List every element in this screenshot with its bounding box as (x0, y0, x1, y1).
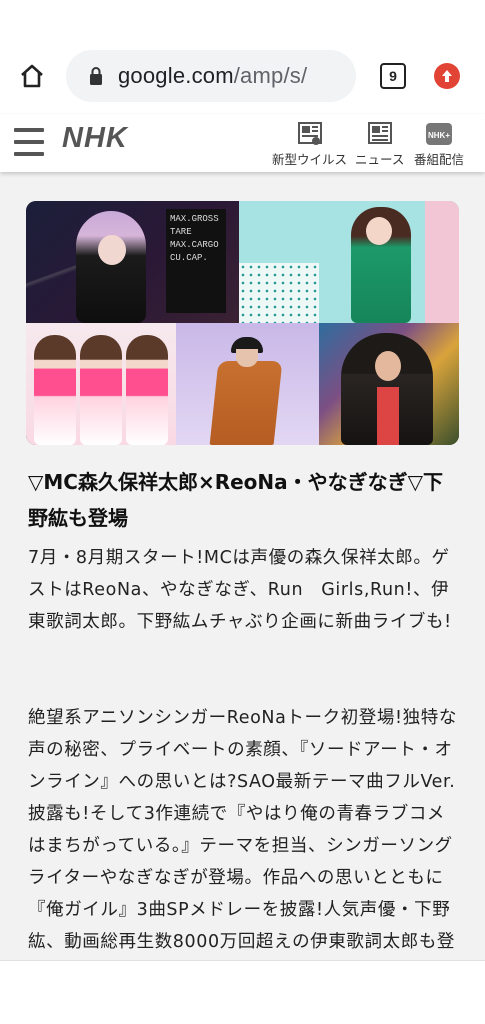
url-text: google.com/amp/s/ (118, 63, 308, 88)
article-headline: ▽MC森久保祥太郎×ReoNa・やなぎなぎ▽下野紘も登場 (28, 470, 444, 530)
update-arrow-icon (442, 70, 452, 82)
nav-label: 新型ウイルス (272, 152, 348, 167)
nav-program-streaming[interactable]: NHK+ 番組配信 (414, 120, 464, 168)
newspaper-icon (365, 120, 395, 147)
nhk-plus-icon: NHK+ (424, 120, 454, 147)
hero-photo-run-girls-run (26, 323, 176, 445)
home-icon (21, 64, 43, 88)
browser-toolbar: google.com/amp/s/ 9 (0, 0, 485, 114)
update-button[interactable] (434, 63, 460, 89)
virus-news-icon (295, 120, 325, 147)
nav-news[interactable]: ニュース (355, 120, 404, 168)
hero-poster-text: MAX.GROSS TARE MAX.CARGO CU.CAP. (166, 209, 226, 313)
nav-label: 番組配信 (414, 152, 465, 167)
article-content: MAX.GROSS TARE MAX.CARGO CU.CAP. ▽MC森久保祥… (0, 172, 485, 960)
nav-label: ニュース (355, 152, 405, 167)
lock-icon (86, 65, 106, 87)
address-bar[interactable]: google.com/amp/s/ (66, 50, 356, 102)
hero-photo-shimono-hiro (319, 323, 459, 445)
article-paragraph: 絶望系アニソンシンガーReoNaトーク初登場!独特な声の秘密、プライベートの素顔… (28, 708, 457, 952)
svg-text:NHK+: NHK+ (428, 131, 450, 140)
hero-photo-yanaginagi (239, 201, 459, 323)
nhk-logo[interactable]: NHK (62, 122, 128, 155)
hero-image: MAX.GROSS TARE MAX.CARGO CU.CAP. (26, 201, 459, 445)
bottom-area (0, 960, 485, 1024)
home-button[interactable] (14, 58, 50, 94)
article-paragraph: 7月・8月期スタート!MCは声優の森久保祥太郎。ゲストはReoNa、やなぎなぎ、… (28, 548, 452, 632)
nav-virus-news[interactable]: 新型ウイルス (272, 120, 347, 168)
menu-icon[interactable] (14, 128, 44, 156)
hero-photo-reona: MAX.GROSS TARE MAX.CARGO CU.CAP. (26, 201, 239, 323)
hero-photo-ito-kashitaro (176, 323, 319, 445)
tab-switcher-button[interactable]: 9 (380, 63, 406, 89)
nhk-site-header: NHK 新型ウイルス ニュース NHK+ 番組配信 (0, 114, 485, 172)
